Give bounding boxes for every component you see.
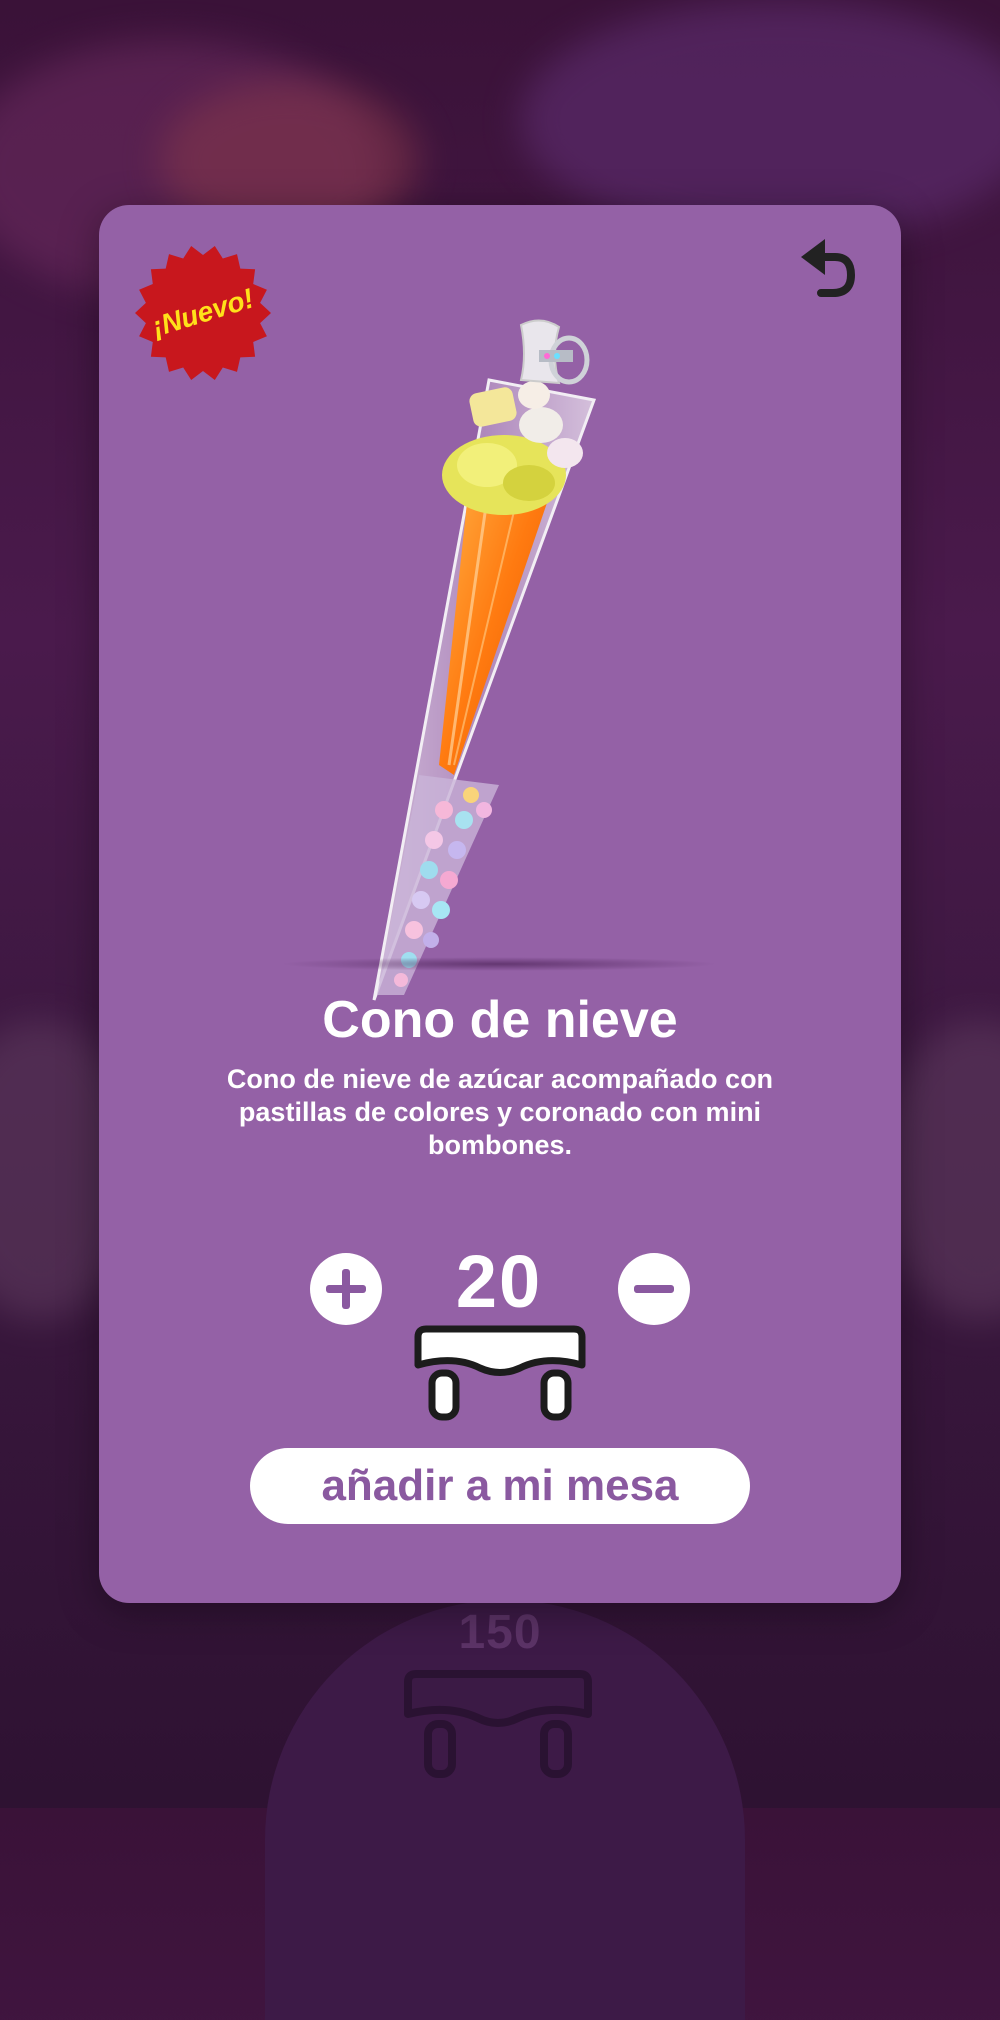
table-icon	[414, 1325, 586, 1421]
undo-arrow-icon	[801, 239, 856, 297]
background-dome	[265, 1600, 745, 2020]
new-badge: ¡Nuevo!	[133, 243, 273, 383]
decrease-button[interactable]	[618, 1253, 690, 1325]
product-shadow	[279, 957, 719, 971]
back-button[interactable]	[791, 235, 863, 307]
product-modal: ¡Nuevo! Cono de nieve Cono de nieve de a…	[99, 205, 901, 1603]
plus-icon	[326, 1269, 366, 1309]
increase-button[interactable]	[310, 1253, 382, 1325]
add-to-table-button[interactable]: añadir a mi mesa	[250, 1448, 750, 1524]
quantity-stepper: 20	[99, 1240, 901, 1335]
product-description: Cono de nieve de azúcar acompañado con p…	[226, 1064, 774, 1160]
minus-icon	[634, 1285, 674, 1293]
product-title: Cono de nieve	[322, 991, 678, 1049]
background-table-icon	[404, 1670, 592, 1778]
background-quantity: 150	[458, 1606, 542, 1659]
quantity-value: 20	[455, 1240, 543, 1323]
